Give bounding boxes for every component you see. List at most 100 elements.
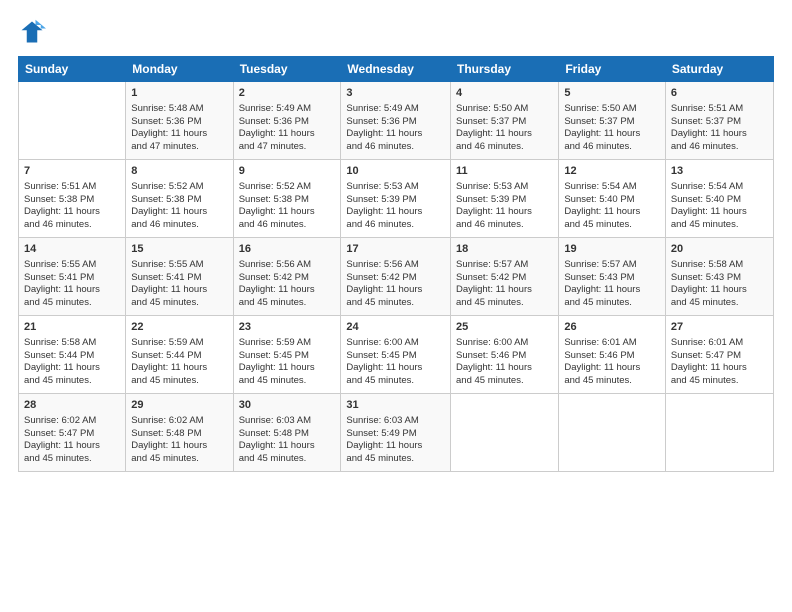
- day-info-line: Daylight: 11 hours: [456, 362, 553, 375]
- header: [18, 18, 774, 46]
- day-info-line: and 46 minutes.: [346, 141, 445, 154]
- day-info-line: and 46 minutes.: [671, 141, 768, 154]
- day-info-line: Sunrise: 5:57 AM: [564, 259, 660, 272]
- day-info-line: Daylight: 11 hours: [564, 284, 660, 297]
- day-info-line: Sunset: 5:36 PM: [131, 116, 227, 129]
- day-cell: 12 Sunrise: 5:54 AMSunset: 5:40 PMDayligh…: [559, 160, 666, 238]
- week-row-1: 1Sunrise: 5:48 AMSunset: 5:36 PMDaylight…: [19, 82, 774, 160]
- day-info-line: Daylight: 11 hours: [131, 128, 227, 141]
- day-info-line: Sunset: 5:42 PM: [456, 272, 553, 285]
- day-info-line: Sunset: 5:40 PM: [564, 194, 660, 207]
- day-cell: 21Sunrise: 5:58 AMSunset: 5:44 PMDayligh…: [19, 316, 126, 394]
- day-info-line: Sunset: 5:46 PM: [564, 350, 660, 363]
- calendar-table: SundayMondayTuesdayWednesdayThursdayFrid…: [18, 56, 774, 472]
- day-cell: [19, 82, 126, 160]
- day-info-line: Sunrise: 5:54 AM: [671, 181, 768, 194]
- day-info-line: Sunset: 5:43 PM: [564, 272, 660, 285]
- day-number: 24: [346, 320, 445, 335]
- day-cell: 30Sunrise: 6:03 AMSunset: 5:48 PMDayligh…: [233, 394, 341, 472]
- day-number: 2: [239, 86, 336, 101]
- day-info-line: Daylight: 11 hours: [239, 128, 336, 141]
- day-cell: 13Sunrise: 5:54 AMSunset: 5:40 PMDayligh…: [665, 160, 773, 238]
- col-header-sunday: Sunday: [19, 57, 126, 82]
- day-info-line: and 46 minutes.: [456, 141, 553, 154]
- day-info-line: Daylight: 11 hours: [239, 362, 336, 375]
- day-info-line: Daylight: 11 hours: [346, 128, 445, 141]
- day-info-line: Daylight: 11 hours: [24, 362, 120, 375]
- day-cell: 4Sunrise: 5:50 AMSunset: 5:37 PMDaylight…: [451, 82, 559, 160]
- day-info-line: Daylight: 11 hours: [131, 362, 227, 375]
- day-number: 14: [24, 242, 120, 257]
- col-header-wednesday: Wednesday: [341, 57, 451, 82]
- day-info-line: Daylight: 11 hours: [456, 128, 553, 141]
- day-info-line: Daylight: 11 hours: [239, 206, 336, 219]
- day-info-line: Daylight: 11 hours: [346, 206, 445, 219]
- day-cell: 25Sunrise: 6:00 AMSunset: 5:46 PMDayligh…: [451, 316, 559, 394]
- day-info-line: Sunset: 5:48 PM: [131, 428, 227, 441]
- day-info-line: Daylight: 11 hours: [564, 206, 660, 219]
- col-header-saturday: Saturday: [665, 57, 773, 82]
- day-number: 10: [346, 164, 445, 179]
- day-cell: 7Sunrise: 5:51 AMSunset: 5:38 PMDaylight…: [19, 160, 126, 238]
- day-info-line: Sunset: 5:36 PM: [346, 116, 445, 129]
- day-cell: 26Sunrise: 6:01 AMSunset: 5:46 PMDayligh…: [559, 316, 666, 394]
- day-info-line: Sunset: 5:37 PM: [456, 116, 553, 129]
- day-info-line: Sunset: 5:39 PM: [456, 194, 553, 207]
- day-info-line: Sunrise: 6:03 AM: [346, 415, 445, 428]
- day-info-line: Daylight: 11 hours: [346, 440, 445, 453]
- day-info-line: Sunrise: 5:51 AM: [24, 181, 120, 194]
- day-cell: 22Sunrise: 5:59 AMSunset: 5:44 PMDayligh…: [126, 316, 233, 394]
- day-number: 7: [24, 164, 120, 179]
- header-row: SundayMondayTuesdayWednesdayThursdayFrid…: [19, 57, 774, 82]
- day-cell: 18Sunrise: 5:57 AMSunset: 5:42 PMDayligh…: [451, 238, 559, 316]
- day-number: 3: [346, 86, 445, 101]
- day-info-line: Sunset: 5:46 PM: [456, 350, 553, 363]
- day-info-line: Sunrise: 5:56 AM: [239, 259, 336, 272]
- day-number: 13: [671, 164, 768, 179]
- day-info-line: and 46 minutes.: [346, 219, 445, 232]
- day-info-line: Sunset: 5:43 PM: [671, 272, 768, 285]
- day-number: 17: [346, 242, 445, 257]
- day-info-line: Sunrise: 6:03 AM: [239, 415, 336, 428]
- day-info-line: and 45 minutes.: [131, 375, 227, 388]
- day-info-line: Daylight: 11 hours: [671, 284, 768, 297]
- day-cell: 28Sunrise: 6:02 AMSunset: 5:47 PMDayligh…: [19, 394, 126, 472]
- day-info-line: and 46 minutes.: [131, 219, 227, 232]
- day-number: 9: [239, 164, 336, 179]
- day-cell: 6Sunrise: 5:51 AMSunset: 5:37 PMDaylight…: [665, 82, 773, 160]
- day-info-line: Sunrise: 5:52 AM: [131, 181, 227, 194]
- day-info-line: Daylight: 11 hours: [24, 206, 120, 219]
- day-info-line: Sunset: 5:44 PM: [24, 350, 120, 363]
- day-info-line: Sunrise: 6:00 AM: [346, 337, 445, 350]
- day-number: 21: [24, 320, 120, 335]
- day-number: 25: [456, 320, 553, 335]
- day-cell: 8Sunrise: 5:52 AMSunset: 5:38 PMDaylight…: [126, 160, 233, 238]
- day-info-line: Sunrise: 6:02 AM: [24, 415, 120, 428]
- day-info-line: Daylight: 11 hours: [456, 206, 553, 219]
- day-info-line: and 45 minutes.: [346, 297, 445, 310]
- day-info-line: Sunrise: 5:54 AM: [564, 181, 660, 194]
- day-cell: 10Sunrise: 5:53 AMSunset: 5:39 PMDayligh…: [341, 160, 451, 238]
- day-number: 27: [671, 320, 768, 335]
- day-info-line: Daylight: 11 hours: [456, 284, 553, 297]
- day-info-line: and 45 minutes.: [564, 219, 660, 232]
- day-info-line: and 45 minutes.: [131, 453, 227, 466]
- day-info-line: Sunset: 5:47 PM: [24, 428, 120, 441]
- day-cell: 24Sunrise: 6:00 AMSunset: 5:45 PMDayligh…: [341, 316, 451, 394]
- col-header-tuesday: Tuesday: [233, 57, 341, 82]
- day-cell: 15Sunrise: 5:55 AMSunset: 5:41 PMDayligh…: [126, 238, 233, 316]
- day-cell: [665, 394, 773, 472]
- day-info-line: and 45 minutes.: [239, 453, 336, 466]
- day-cell: 31Sunrise: 6:03 AMSunset: 5:49 PMDayligh…: [341, 394, 451, 472]
- day-info-line: Sunset: 5:37 PM: [671, 116, 768, 129]
- day-info-line: Sunset: 5:47 PM: [671, 350, 768, 363]
- day-number: 23: [239, 320, 336, 335]
- day-cell: 11Sunrise: 5:53 AMSunset: 5:39 PMDayligh…: [451, 160, 559, 238]
- day-info-line: Sunrise: 5:59 AM: [239, 337, 336, 350]
- day-info-line: and 45 minutes.: [131, 297, 227, 310]
- day-number: 18: [456, 242, 553, 257]
- day-info-line: Daylight: 11 hours: [346, 284, 445, 297]
- day-number: 12: [564, 164, 660, 179]
- page: SundayMondayTuesdayWednesdayThursdayFrid…: [0, 0, 792, 612]
- week-row-2: 7Sunrise: 5:51 AMSunset: 5:38 PMDaylight…: [19, 160, 774, 238]
